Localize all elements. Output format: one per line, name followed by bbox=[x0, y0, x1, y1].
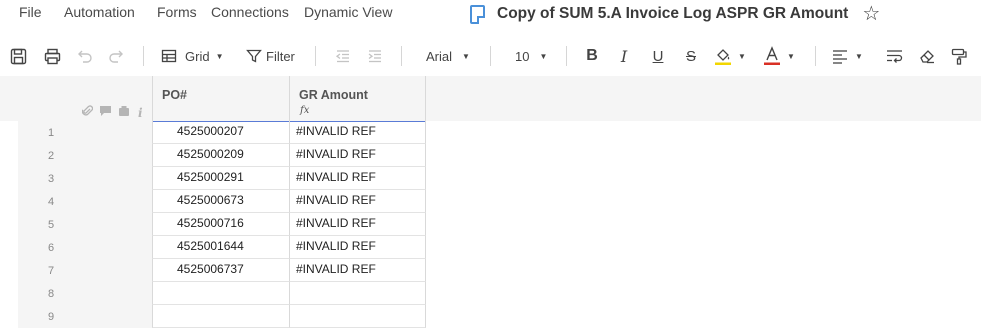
cell-po[interactable] bbox=[152, 305, 289, 328]
row-number[interactable]: 8 bbox=[18, 282, 152, 305]
chevron-down-icon: ▼ bbox=[462, 51, 470, 61]
toolbar-divider bbox=[815, 46, 816, 66]
star-icon[interactable]: ☆ bbox=[862, 4, 880, 24]
save-icon[interactable] bbox=[8, 40, 28, 72]
chevron-down-icon: ▼ bbox=[787, 51, 795, 61]
menu-dynamic-view[interactable]: Dynamic View bbox=[304, 4, 392, 20]
format-painter-icon[interactable] bbox=[949, 40, 969, 72]
cell-gr-amount[interactable]: #INVALID REF bbox=[289, 259, 426, 282]
fill-color-button[interactable]: ▼ bbox=[714, 40, 754, 72]
toolbar-divider bbox=[401, 46, 402, 66]
cell-po[interactable]: 4525006737 bbox=[152, 259, 289, 282]
table-row: 4 4525000673 #INVALID REF bbox=[18, 190, 426, 213]
cell-po[interactable]: 4525000673 bbox=[152, 190, 289, 213]
text-color-button[interactable]: ▼ bbox=[763, 40, 803, 72]
cell-gr-amount[interactable]: #INVALID REF bbox=[289, 144, 426, 167]
row-header-corner: i bbox=[18, 76, 152, 121]
cell-gr-amount[interactable]: #INVALID REF bbox=[289, 121, 426, 144]
attachment-icon[interactable] bbox=[81, 104, 94, 122]
filter-button[interactable]: Filter bbox=[246, 40, 298, 72]
row-number[interactable]: 4 bbox=[18, 190, 152, 213]
cell-gr-amount[interactable]: #INVALID REF bbox=[289, 213, 426, 236]
menu-connections[interactable]: Connections bbox=[211, 4, 289, 20]
cell-gr-amount[interactable]: #INVALID REF bbox=[289, 236, 426, 259]
cell-po[interactable]: 4525001644 bbox=[152, 236, 289, 259]
toolbar: Grid ▼ Filter Arial ▼ 10 ▼ B I U S ▼ ▼ ▼ bbox=[0, 40, 981, 72]
column-name: GR Amount bbox=[299, 88, 368, 102]
column-header-gr-amount[interactable]: GR Amount fx bbox=[289, 76, 426, 121]
chevron-down-icon: ▼ bbox=[539, 51, 548, 61]
table-row: 6 4525001644 #INVALID REF bbox=[18, 236, 426, 259]
italic-icon[interactable]: I bbox=[614, 40, 634, 72]
row-number[interactable]: 6 bbox=[18, 236, 152, 259]
menu-forms[interactable]: Forms bbox=[157, 4, 197, 20]
table-row: 5 4525000716 #INVALID REF bbox=[18, 213, 426, 236]
formula-icon: fx bbox=[300, 105, 310, 116]
outdent-icon[interactable] bbox=[333, 40, 353, 72]
cell-gr-amount[interactable]: #INVALID REF bbox=[289, 190, 426, 213]
wrap-icon[interactable] bbox=[884, 40, 904, 72]
toolbar-divider bbox=[490, 46, 491, 66]
text-color-icon bbox=[763, 46, 781, 66]
document-title[interactable]: Copy of SUM 5.A Invoice Log ASPR GR Amou… bbox=[497, 5, 848, 23]
menu-automation[interactable]: Automation bbox=[64, 4, 135, 20]
align-icon bbox=[832, 48, 848, 64]
chevron-down-icon: ▼ bbox=[215, 51, 224, 61]
view-label: Grid bbox=[185, 48, 210, 64]
filter-icon bbox=[246, 48, 262, 64]
menu-bar: File Automation Forms Connections Dynami… bbox=[0, 0, 981, 30]
cell-po[interactable]: 4525000716 bbox=[152, 213, 289, 236]
grid-icon bbox=[161, 48, 177, 64]
column-name: PO# bbox=[162, 88, 188, 102]
fill-color-icon bbox=[714, 46, 732, 66]
font-family-value: Arial bbox=[426, 48, 453, 64]
view-selector[interactable]: Grid ▼ bbox=[161, 40, 231, 72]
toolbar-divider bbox=[315, 46, 316, 66]
font-size-select[interactable]: 10 ▼ bbox=[515, 40, 551, 72]
table-row: 2 4525000209 #INVALID REF bbox=[18, 144, 426, 167]
table-row: 7 4525006737 #INVALID REF bbox=[18, 259, 426, 282]
underline-icon[interactable]: U bbox=[648, 40, 668, 72]
chevron-down-icon: ▼ bbox=[738, 51, 746, 61]
cell-gr-amount[interactable] bbox=[289, 282, 426, 305]
cell-po[interactable]: 4525000209 bbox=[152, 144, 289, 167]
row-number[interactable]: 1 bbox=[18, 121, 152, 144]
info-icon[interactable]: i bbox=[138, 106, 143, 120]
comment-icon[interactable] bbox=[99, 104, 112, 122]
row-number[interactable]: 9 bbox=[18, 305, 152, 328]
toolbar-divider bbox=[566, 46, 567, 66]
bold-icon[interactable]: B bbox=[582, 40, 602, 72]
font-size-value: 10 bbox=[515, 48, 530, 64]
proofing-icon[interactable] bbox=[118, 104, 130, 122]
cell-gr-amount[interactable] bbox=[289, 305, 426, 328]
strikethrough-icon[interactable]: S bbox=[681, 40, 701, 72]
document-title-area: Copy of SUM 5.A Invoice Log ASPR GR Amou… bbox=[470, 4, 880, 24]
table-row: 3 4525000291 #INVALID REF bbox=[18, 167, 426, 190]
sheet-icon bbox=[470, 4, 485, 24]
column-header-po[interactable]: PO# bbox=[152, 76, 289, 121]
undo-icon[interactable] bbox=[75, 40, 95, 72]
cell-po[interactable]: 4525000291 bbox=[152, 167, 289, 190]
redo-icon[interactable] bbox=[106, 40, 126, 72]
clear-format-icon[interactable] bbox=[916, 40, 936, 72]
cell-po[interactable] bbox=[152, 282, 289, 305]
menu-file[interactable]: File bbox=[19, 4, 42, 20]
row-number[interactable]: 5 bbox=[18, 213, 152, 236]
print-icon[interactable] bbox=[42, 40, 62, 72]
row-number[interactable]: 2 bbox=[18, 144, 152, 167]
toolbar-divider bbox=[143, 46, 144, 66]
chevron-down-icon: ▼ bbox=[855, 51, 863, 61]
table-row: 1 4525000207 #INVALID REF bbox=[18, 121, 426, 144]
filter-label: Filter bbox=[266, 48, 295, 64]
indent-icon[interactable] bbox=[365, 40, 385, 72]
table-row: 9 bbox=[18, 305, 426, 328]
row-number[interactable]: 3 bbox=[18, 167, 152, 190]
cell-gr-amount[interactable]: #INVALID REF bbox=[289, 167, 426, 190]
table-row: 8 bbox=[18, 282, 426, 305]
font-family-select[interactable]: Arial ▼ bbox=[426, 40, 476, 72]
cell-po[interactable]: 4525000207 bbox=[152, 121, 289, 144]
row-number[interactable]: 7 bbox=[18, 259, 152, 282]
align-button[interactable]: ▼ bbox=[832, 40, 870, 72]
